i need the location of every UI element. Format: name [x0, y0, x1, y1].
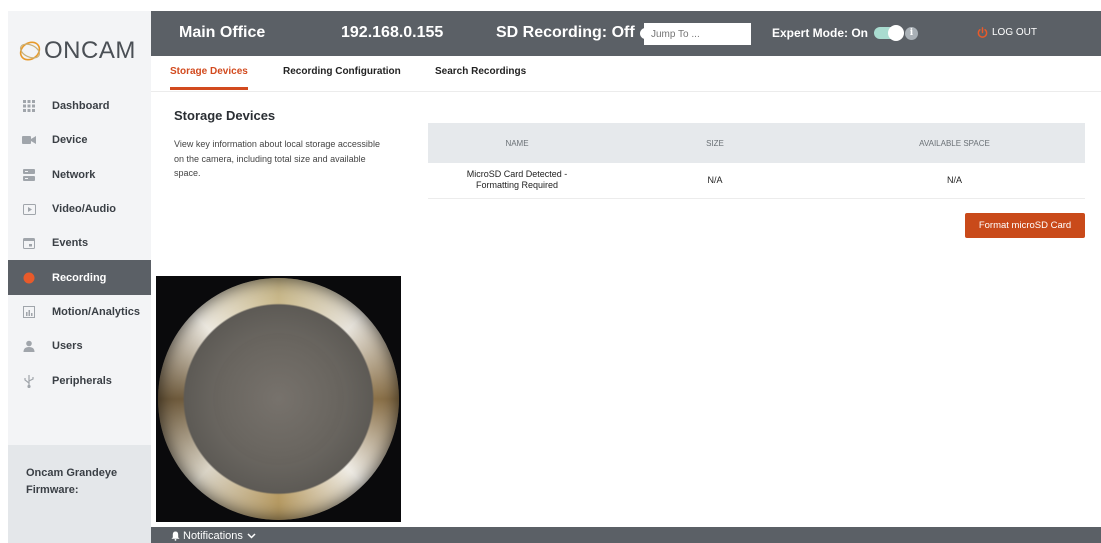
sidebar-item-network[interactable]: Network	[8, 158, 151, 192]
cell-available-space: N/A	[824, 163, 1085, 199]
tab-search-recordings[interactable]: Search Recordings	[435, 66, 526, 90]
sidebar-item-video-audio[interactable]: Video/Audio	[8, 192, 151, 226]
sidebar-item-peripherals[interactable]: Peripherals	[8, 363, 151, 397]
play-icon	[22, 202, 36, 216]
oncam-logo[interactable]: ONCAM	[18, 33, 150, 69]
tab-recording-configuration[interactable]: Recording Configuration	[283, 66, 401, 90]
sidebar-item-label: Users	[52, 340, 83, 353]
expert-mode-label: Expert Mode: On	[772, 26, 869, 40]
server-icon	[22, 168, 36, 182]
camera-icon	[22, 133, 36, 147]
firmware-panel: Oncam Grandeye Firmware:	[8, 445, 151, 543]
sidebar-item-label: Events	[52, 237, 89, 250]
logout-label: LOG OUT	[992, 27, 1038, 38]
sidebar-item-label: Network	[52, 168, 96, 181]
tab-bar: Storage Devices Recording Configuration …	[151, 56, 1101, 92]
info-icon[interactable]: i	[905, 26, 919, 40]
toggle-knob	[888, 25, 905, 41]
storage-table: NAME SIZE AVAILABLE SPACE MicroSD Card D…	[428, 123, 1085, 199]
sd-recording-status: SD Recording: Off	[496, 24, 651, 42]
notifications-label: Notifications	[183, 530, 243, 542]
fisheye-floor	[213, 333, 344, 465]
column-header-name: NAME	[428, 123, 606, 163]
sidebar-item-dashboard[interactable]: Dashboard	[8, 89, 151, 123]
sidebar-nav: Dashboard Device Network Video/Audio Eve…	[8, 89, 151, 398]
sidebar-item-label: Dashboard	[52, 100, 110, 113]
column-header-available-space: AVAILABLE SPACE	[824, 123, 1085, 163]
power-icon	[977, 27, 988, 38]
ip-address: 192.168.0.155	[341, 24, 444, 41]
bar-chart-icon	[22, 305, 36, 319]
fisheye-image	[158, 278, 399, 520]
calendar-icon	[22, 236, 36, 250]
sidebar-item-users[interactable]: Users	[8, 329, 151, 363]
column-header-size: SIZE	[606, 123, 824, 163]
site-name: Main Office	[179, 24, 266, 41]
notifications-bar: Notifications	[151, 527, 1101, 543]
sidebar-item-label: Motion/Analytics	[52, 305, 141, 318]
cell-name: MicroSD Card Detected - Formatting Requi…	[428, 163, 606, 199]
page-title: Storage Devices	[174, 108, 276, 123]
notifications-toggle[interactable]: Notifications	[171, 530, 256, 542]
sidebar-item-label: Video/Audio	[52, 203, 116, 216]
sidebar-item-recording[interactable]: Recording	[8, 260, 151, 295]
cell-name-line2: Formatting Required	[475, 180, 559, 191]
expert-mode: Expert Mode: On i	[772, 25, 919, 41]
sidebar-item-events[interactable]: Events	[8, 226, 151, 260]
cell-size: N/A	[606, 163, 824, 199]
sidebar-item-label: Peripherals	[52, 374, 112, 387]
format-microsd-button[interactable]: Format microSD Card	[965, 213, 1085, 238]
oncam-logo-icon	[19, 41, 41, 61]
sd-recording-label: SD Recording: Off	[496, 24, 635, 41]
sidebar-item-device[interactable]: Device	[8, 123, 151, 157]
usb-icon	[22, 374, 36, 388]
logo-text: ONCAM	[44, 37, 136, 64]
logout-button[interactable]: LOG OUT	[977, 27, 1037, 38]
sidebar-item-label: Device	[52, 134, 88, 147]
record-dot-icon	[22, 271, 36, 285]
chevron-down-icon	[247, 533, 256, 539]
table-header-row: NAME SIZE AVAILABLE SPACE	[428, 123, 1085, 163]
expert-mode-toggle[interactable]	[874, 25, 905, 41]
cell-name-line1: MicroSD Card Detected -	[466, 169, 568, 180]
oncam-app: ONCAM Dashboard Device Network Video/Aud…	[0, 0, 1101, 543]
bell-icon	[171, 531, 180, 541]
sidebar-item-label: Recording	[52, 271, 107, 284]
sidebar-item-motion-analytics[interactable]: Motion/Analytics	[8, 295, 151, 329]
user-icon	[22, 339, 36, 353]
top-bar: Main Office 192.168.0.155 SD Recording: …	[151, 11, 1101, 56]
firmware-label: Firmware:	[26, 484, 79, 496]
page-description: View key information about local storage…	[174, 139, 380, 178]
tab-storage-devices[interactable]: Storage Devices	[170, 66, 248, 90]
firmware-product-name: Oncam Grandeye	[26, 467, 118, 479]
camera-fisheye-view[interactable]	[156, 276, 401, 522]
grid-icon	[22, 99, 36, 113]
sidebar: ONCAM Dashboard Device Network Video/Aud…	[8, 11, 151, 543]
table-row: MicroSD Card Detected - Formatting Requi…	[428, 163, 1085, 199]
jump-to-input[interactable]	[644, 23, 751, 45]
